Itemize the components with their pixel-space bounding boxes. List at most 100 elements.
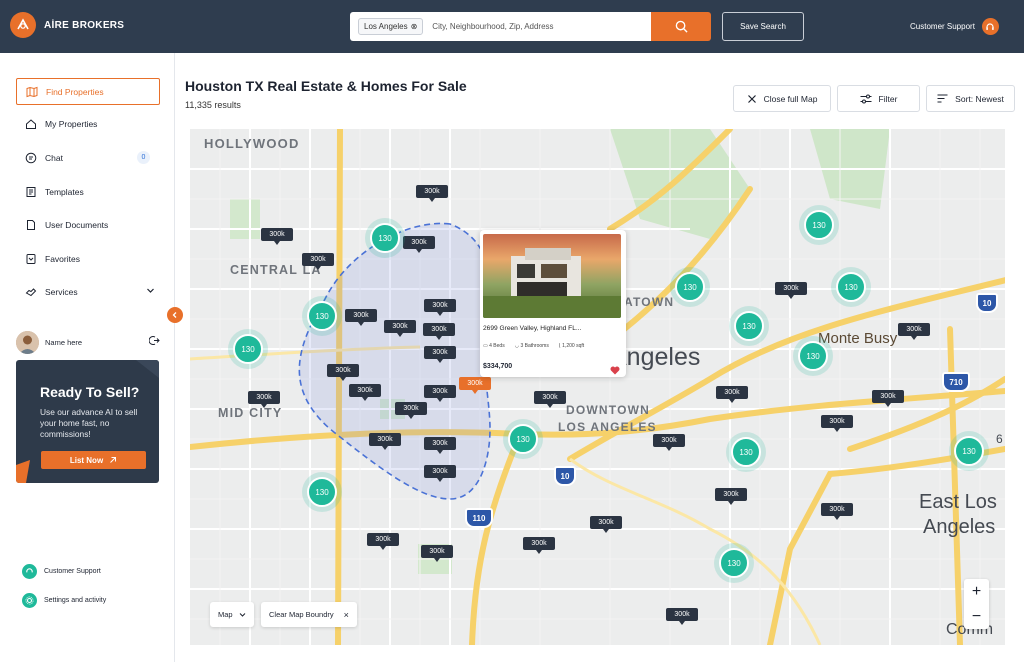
services-icon bbox=[25, 286, 37, 298]
footer-customer-support[interactable]: Customer Support bbox=[22, 564, 101, 579]
location-chip[interactable]: Los Angeles ⊗ bbox=[358, 18, 424, 35]
price-pin[interactable]: 300k bbox=[395, 402, 427, 419]
price-pin[interactable]: 300k bbox=[716, 386, 748, 403]
zoom-control: + − bbox=[964, 579, 989, 629]
sidebar-item-chat[interactable]: Chat 0 bbox=[16, 144, 160, 171]
footer-settings[interactable]: Settings and activity bbox=[22, 593, 106, 608]
sidebar-item-user-documents[interactable]: User Documents bbox=[16, 211, 160, 238]
user-name: Name here bbox=[45, 337, 83, 347]
price-pin[interactable]: 300k bbox=[302, 253, 334, 270]
property-cluster[interactable]: 130 bbox=[365, 218, 405, 258]
price-pin[interactable]: 300k bbox=[349, 384, 381, 401]
price-pin[interactable]: 300k bbox=[534, 391, 566, 408]
zoom-in-button[interactable]: + bbox=[964, 579, 989, 604]
property-cluster[interactable]: 130 bbox=[949, 431, 989, 471]
location-chip-label: Los Angeles bbox=[364, 22, 408, 31]
property-cluster[interactable]: 130 bbox=[793, 336, 833, 376]
price-pin[interactable]: 300k bbox=[523, 537, 555, 554]
heart-icon[interactable] bbox=[610, 362, 620, 380]
price-pin[interactable]: 300k bbox=[653, 434, 685, 451]
sliders-icon bbox=[860, 94, 872, 103]
list-now-label: List Now bbox=[69, 455, 104, 465]
price-pin[interactable]: 300k bbox=[248, 391, 280, 408]
price-pin[interactable]: 300k bbox=[423, 323, 455, 340]
chevron-left-icon bbox=[172, 312, 177, 318]
search-button[interactable] bbox=[651, 12, 711, 41]
search-input[interactable] bbox=[432, 22, 652, 31]
map-type-label: Map bbox=[218, 610, 233, 619]
price-pin[interactable]: 300k bbox=[775, 282, 807, 299]
cluster-count: 130 bbox=[675, 272, 705, 302]
chip-close-icon[interactable]: ⊗ bbox=[411, 22, 418, 31]
sidebar-item-find-properties[interactable]: Find Properties bbox=[16, 78, 160, 105]
property-cluster[interactable]: 130 bbox=[670, 267, 710, 307]
property-cluster[interactable]: 130 bbox=[799, 205, 839, 245]
chevron-down-icon[interactable] bbox=[146, 286, 155, 297]
cluster-count: 130 bbox=[719, 548, 749, 578]
templates-icon bbox=[25, 186, 37, 198]
brand-logo[interactable]: AİRE BROKERS bbox=[10, 12, 124, 38]
chat-icon bbox=[25, 152, 37, 164]
sidebar-item-services[interactable]: Services bbox=[16, 278, 160, 305]
logout-icon[interactable] bbox=[148, 333, 160, 351]
map-type-select[interactable]: Map bbox=[210, 602, 254, 627]
property-cluster[interactable]: 130 bbox=[714, 543, 754, 583]
price-pin-selected[interactable]: 300k bbox=[459, 377, 491, 394]
property-cluster[interactable]: 130 bbox=[302, 296, 342, 336]
price-pin[interactable]: 300k bbox=[421, 545, 453, 562]
price-pin[interactable]: 300k bbox=[416, 185, 448, 202]
cluster-count: 130 bbox=[307, 477, 337, 507]
sidebar-item-favorites[interactable]: Favorites bbox=[16, 245, 160, 272]
clear-boundary-label: Clear Map Boundry bbox=[269, 610, 334, 619]
price-pin[interactable]: 300k bbox=[261, 228, 293, 245]
price-pin[interactable]: 300k bbox=[403, 236, 435, 253]
zoom-out-button[interactable]: − bbox=[964, 604, 989, 629]
price-pin[interactable]: 300k bbox=[424, 437, 456, 454]
filter-button[interactable]: Filter bbox=[837, 85, 920, 112]
price-pin[interactable]: 300k bbox=[821, 415, 853, 432]
price-pin[interactable]: 300k bbox=[424, 299, 456, 316]
cluster-count: 130 bbox=[370, 223, 400, 253]
property-cluster[interactable]: 130 bbox=[831, 267, 871, 307]
ready-to-sell-card: Ready To Sell? Use our advance AI to sel… bbox=[16, 360, 159, 483]
price-pin[interactable]: 300k bbox=[424, 465, 456, 482]
price-pin[interactable]: 300k bbox=[872, 390, 904, 407]
price-pin[interactable]: 300k bbox=[327, 364, 359, 381]
sort-button[interactable]: Sort: Newest bbox=[926, 85, 1015, 112]
property-cluster[interactable]: 130 bbox=[503, 419, 543, 459]
user-profile-row[interactable]: Name here bbox=[16, 330, 160, 354]
list-now-button[interactable]: List Now bbox=[41, 451, 146, 469]
price-pin[interactable]: 300k bbox=[384, 320, 416, 337]
price-pin[interactable]: 300k bbox=[424, 346, 456, 363]
chat-count-badge: 0 bbox=[137, 151, 150, 164]
close-full-map-button[interactable]: Close full Map bbox=[733, 85, 831, 112]
price-pin[interactable]: 300k bbox=[345, 309, 377, 326]
highway-shield-10: 10 bbox=[554, 466, 576, 486]
price-pin[interactable]: 300k bbox=[666, 608, 698, 625]
brand-name: AİRE BROKERS bbox=[44, 19, 125, 31]
sidebar-item-my-properties[interactable]: My Properties bbox=[16, 110, 160, 137]
property-cluster[interactable]: 130 bbox=[228, 329, 268, 369]
collapse-sidebar-button[interactable] bbox=[167, 307, 183, 323]
search-icon bbox=[675, 20, 688, 33]
home-icon bbox=[25, 118, 37, 130]
sidebar-item-label: Favorites bbox=[45, 253, 80, 264]
property-card[interactable]: 2699 Green Valley, Highland FL... ▭ 4 Be… bbox=[480, 230, 626, 377]
price-pin[interactable]: 300k bbox=[715, 488, 747, 505]
price-pin[interactable]: 300k bbox=[369, 433, 401, 450]
customer-support-link[interactable]: Customer Support bbox=[910, 18, 999, 35]
save-search-button[interactable]: Save Search bbox=[722, 12, 804, 41]
price-pin[interactable]: 300k bbox=[898, 323, 930, 340]
price-pin[interactable]: 300k bbox=[590, 516, 622, 533]
chevron-down-icon bbox=[239, 613, 245, 617]
property-map[interactable]: HOLLYWOOD CENTRAL LA MID CITY DOWNTOWN L… bbox=[190, 129, 1005, 645]
property-cluster[interactable]: 130 bbox=[726, 432, 766, 472]
property-cluster[interactable]: 130 bbox=[729, 306, 769, 346]
property-cluster[interactable]: 130 bbox=[302, 472, 342, 512]
price-pin[interactable]: 300k bbox=[821, 503, 853, 520]
highway-shield-10-east: 10 bbox=[976, 293, 998, 313]
price-pin[interactable]: 300k bbox=[424, 385, 456, 402]
clear-map-boundary-button[interactable]: Clear Map Boundry × bbox=[261, 602, 357, 627]
sidebar-item-templates[interactable]: Templates bbox=[16, 178, 160, 205]
price-pin[interactable]: 300k bbox=[367, 533, 399, 550]
